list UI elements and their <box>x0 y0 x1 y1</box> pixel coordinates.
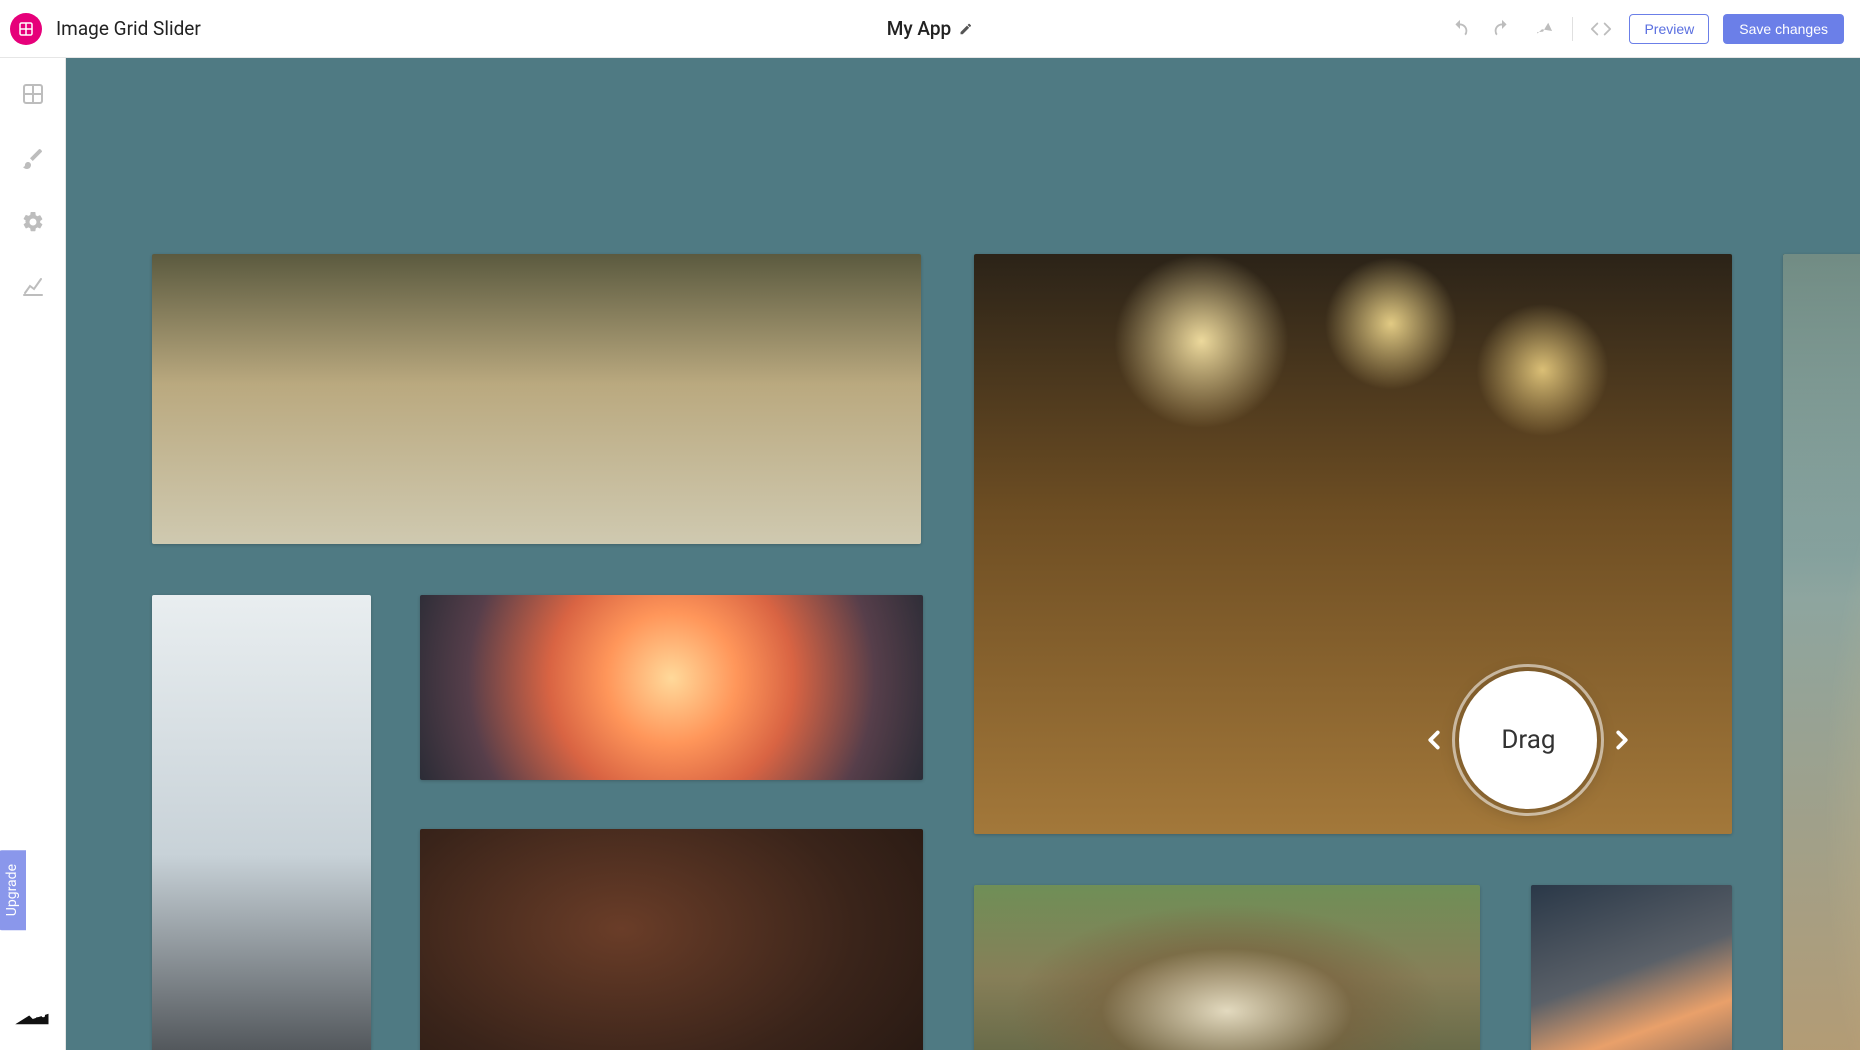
drag-label: Drag <box>1501 725 1555 755</box>
topbar-left: Image Grid Slider <box>10 13 201 45</box>
drag-handle[interactable]: Drag <box>1459 671 1597 809</box>
tile-sunset[interactable] <box>420 595 924 781</box>
topbar-right: Preview Save changes <box>1446 14 1844 44</box>
edit-name-icon[interactable] <box>959 22 973 36</box>
code-icon[interactable] <box>1587 15 1615 43</box>
page-title: Image Grid Slider <box>56 17 201 40</box>
separator <box>1572 17 1573 41</box>
preview-button[interactable]: Preview <box>1629 14 1709 44</box>
upgrade-button[interactable]: Upgrade <box>0 850 26 930</box>
powo-icon[interactable] <box>10 1008 52 1030</box>
chevron-left-icon[interactable] <box>1419 720 1449 760</box>
pin-icon[interactable] <box>1530 15 1558 43</box>
tile-wine-cheers[interactable] <box>420 829 924 1050</box>
app-name[interactable]: My App <box>887 17 951 40</box>
brush-icon[interactable] <box>15 140 51 176</box>
chevron-right-icon[interactable] <box>1607 720 1637 760</box>
tile-leopard[interactable] <box>974 885 1480 1050</box>
analytics-icon[interactable] <box>15 268 51 304</box>
layout-icon[interactable] <box>15 76 51 112</box>
tile-group-photo[interactable] <box>152 254 920 544</box>
topbar-center: My App <box>887 17 973 40</box>
brand-icon[interactable] <box>10 13 42 45</box>
save-changes-button[interactable]: Save changes <box>1723 14 1844 44</box>
canvas[interactable]: Drag <box>66 58 1860 1050</box>
undo-icon[interactable] <box>1446 15 1474 43</box>
drag-control[interactable]: Drag <box>1419 671 1637 809</box>
left-rail: Upgrade <box>0 58 66 1050</box>
redo-icon[interactable] <box>1488 15 1516 43</box>
tile-golden-retriever[interactable] <box>1783 254 1860 1050</box>
tile-airplane-sunset[interactable] <box>1531 885 1732 1050</box>
tile-skis[interactable] <box>152 595 371 1050</box>
gear-icon[interactable] <box>15 204 51 240</box>
topbar: Image Grid Slider My App Preview Save ch <box>0 0 1860 58</box>
